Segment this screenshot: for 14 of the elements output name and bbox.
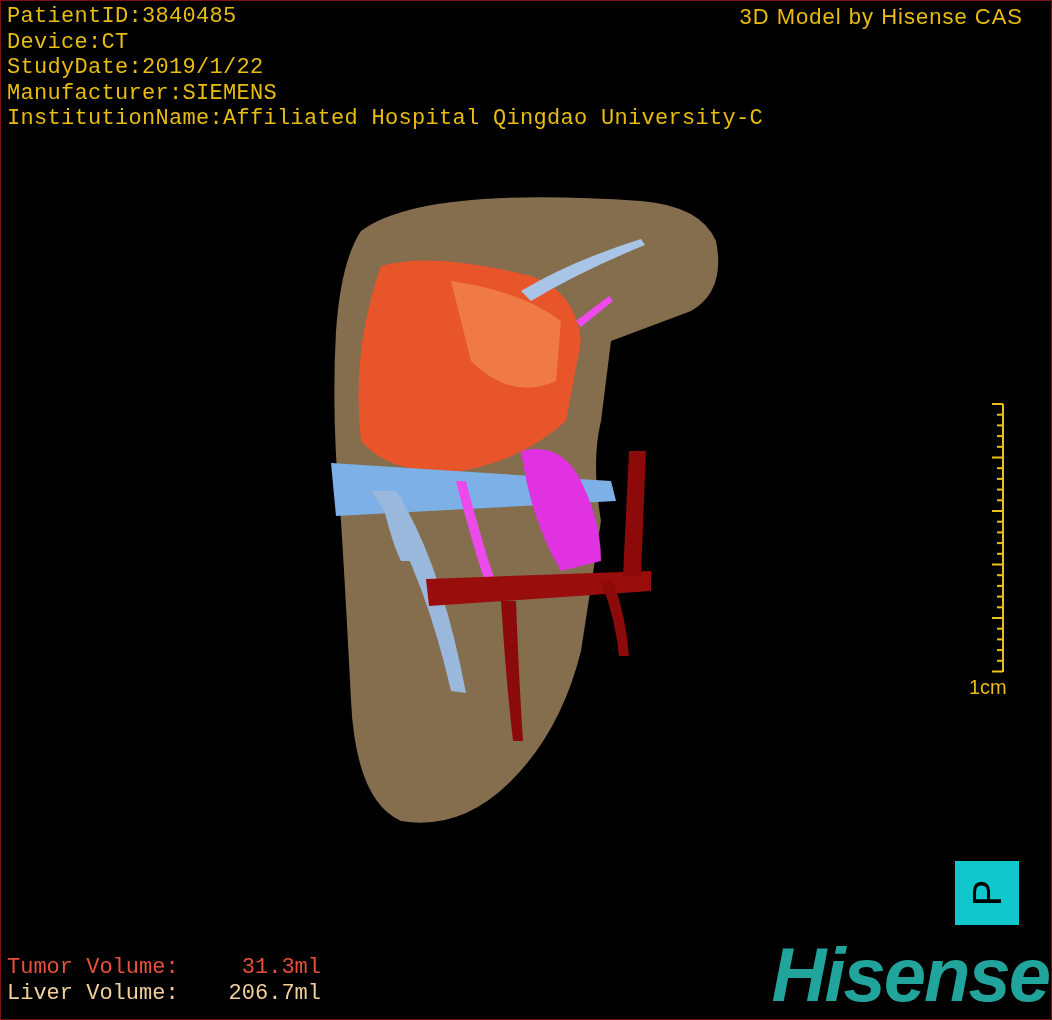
- volume-value: 31.3ml: [240, 955, 321, 981]
- logo-text: Hisense: [771, 937, 1049, 1013]
- volume-label: Tumor Volume:: [7, 955, 180, 981]
- study-info-text: Device:CT: [7, 29, 129, 55]
- study-info-text: Manufacturer:SIEMENS: [7, 80, 278, 106]
- volume-value: 206.7ml: [227, 981, 321, 1007]
- scale-bar-icon: [991, 403, 1004, 673]
- study-info-text: StudyDate:2019/1/22: [7, 55, 264, 81]
- orientation-marker[interactable]: P: [955, 861, 1019, 925]
- study-info-text: PatientID:3840485: [7, 4, 237, 30]
- scale-label: 1cm: [969, 676, 1007, 699]
- credit-text: 3D Model by Hisense CAS: [739, 4, 1023, 29]
- volume-label: Liver Volume:: [7, 981, 180, 1007]
- study-info-text: InstitutionName:Affiliated Hospital Qingdao University-C: [7, 106, 764, 132]
